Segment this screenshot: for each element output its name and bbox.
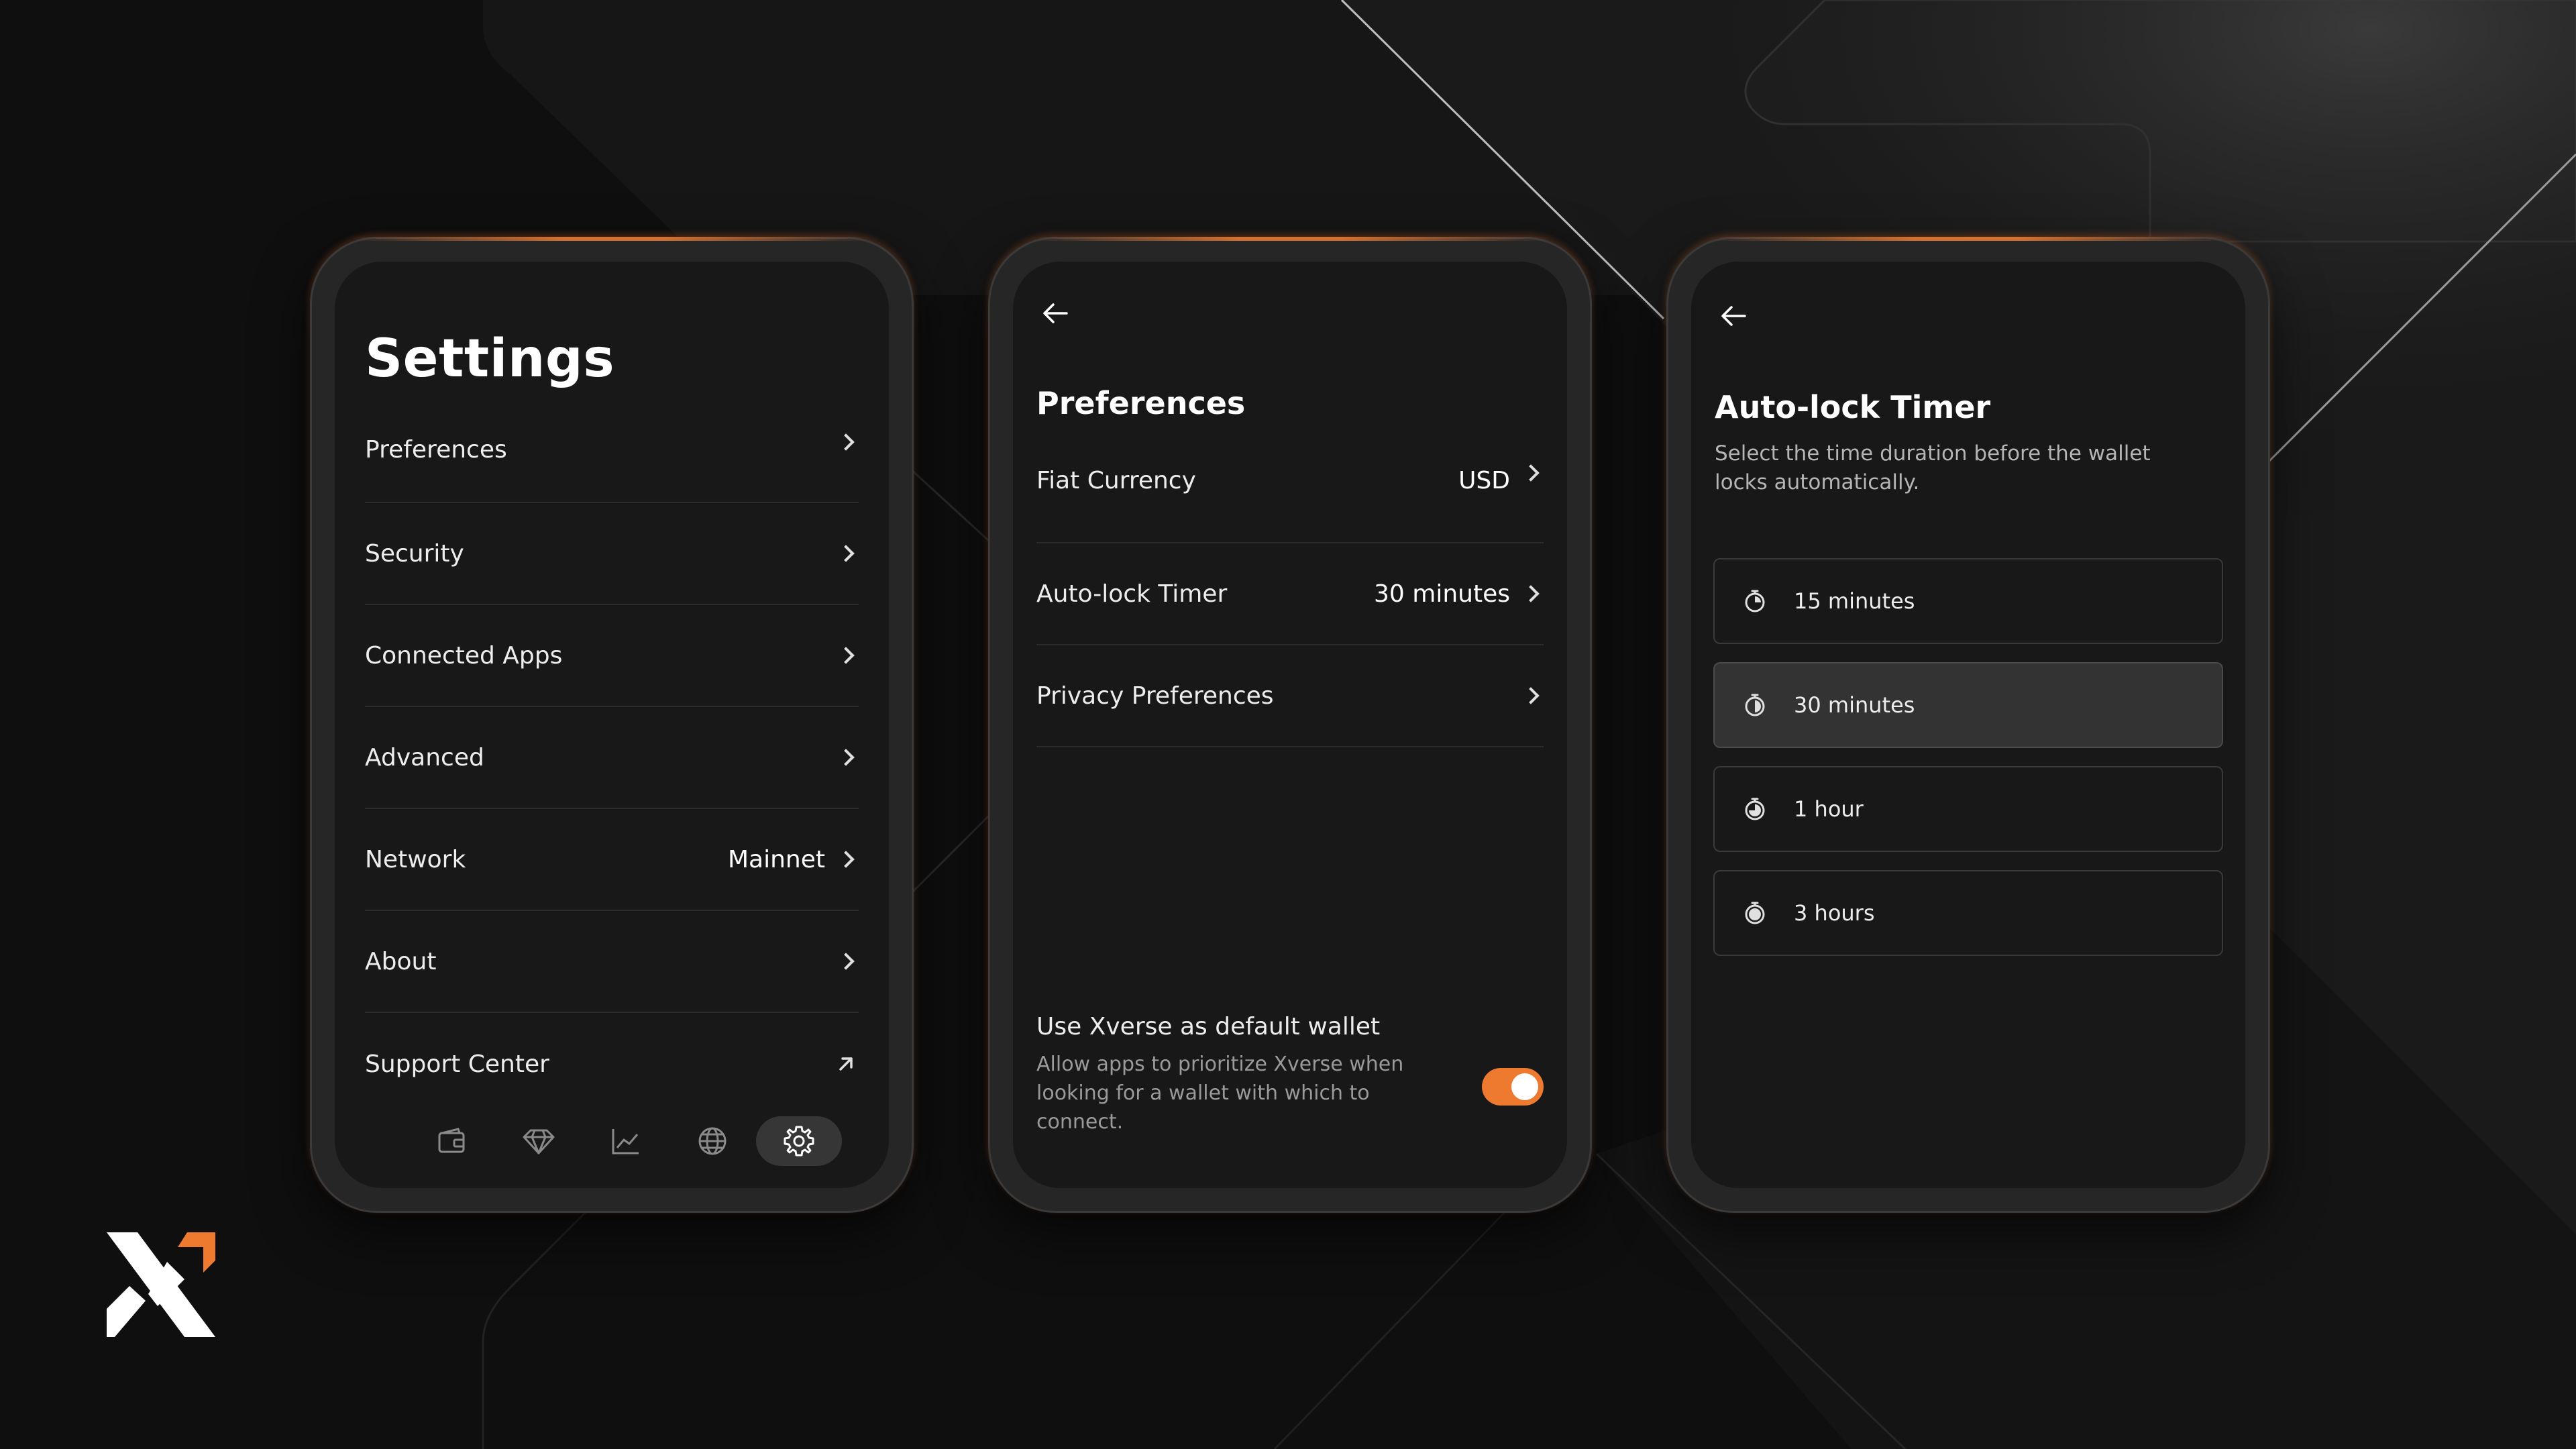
chevron-right-icon [1522,464,1540,482]
nav-settings[interactable] [756,1116,842,1166]
autolock-phone: Auto-lock Timer Select the time duration… [1666,237,2270,1213]
chevron-right-icon [837,647,855,664]
xverse-logo-icon [107,1232,215,1337]
autolock-screen: Auto-lock Timer Select the time duration… [1691,262,2245,1188]
settings-item-network[interactable]: Network Mainnet [365,809,859,911]
settings-screen: Settings Preferences Security Connected … [335,262,889,1188]
chevron-right-icon [837,851,855,868]
timer-three-quarter-icon [1745,798,1765,820]
option-3-hours[interactable]: 3 hours [1713,870,2223,956]
page-title: Preferences [1036,385,1246,421]
chevron-right-icon [837,953,855,970]
pref-item-fiat-currency[interactable]: Fiat Currency USD [1036,456,1544,543]
wallet-icon [438,1128,465,1153]
default-wallet-title: Use Xverse as default wallet [1036,1013,1381,1040]
bottom-nav [409,1114,842,1168]
page-title: Settings [365,329,615,389]
settings-item-label: Network [365,845,466,873]
pref-item-label: Privacy Preferences [1036,682,1274,710]
settings-item-advanced[interactable]: Advanced [365,707,859,809]
settings-item-label: Support Center [365,1050,549,1078]
nav-explore[interactable] [669,1116,755,1166]
chart-icon [612,1129,639,1155]
settings-menu: Preferences Security Connected Apps Adva… [365,433,859,1115]
option-label: 15 minutes [1794,588,1915,614]
default-wallet-description: Allow apps to prioritize Xverse when loo… [1036,1053,1404,1134]
timer-half-icon [1745,694,1765,716]
settings-item-label: About [365,947,437,975]
option-30-minutes[interactable]: 30 minutes [1713,662,2223,748]
chevron-right-icon [1522,585,1540,602]
autolock-description: Select the time duration before the wall… [1715,441,2151,494]
back-arrow-icon[interactable] [1718,301,1749,331]
chevron-right-icon [837,749,855,766]
nav-wallet[interactable] [409,1116,494,1166]
nav-collectibles[interactable] [496,1116,582,1166]
chevron-right-icon [837,433,855,451]
back-arrow-icon[interactable] [1040,298,1071,329]
diamond-icon [523,1129,554,1155]
globe-icon [698,1127,726,1155]
settings-item-label: Advanced [365,743,484,771]
page-title: Auto-lock Timer [1715,389,1991,425]
fiat-currency-value: USD [1458,467,1510,494]
external-link-icon [839,1057,853,1071]
chevron-right-icon [1522,687,1540,704]
timer-quarter-icon [1745,590,1765,612]
pref-item-label: Auto-lock Timer [1036,580,1228,608]
chevron-right-icon [837,545,855,562]
network-value: Mainnet [727,845,825,873]
pref-item-label: Fiat Currency [1036,467,1196,494]
option-15-minutes[interactable]: 15 minutes [1713,558,2223,644]
option-1-hour[interactable]: 1 hour [1713,766,2223,852]
toggle-knob [1511,1073,1538,1100]
settings-item-support-center[interactable]: Support Center [365,1013,859,1115]
option-label: 30 minutes [1794,692,1915,718]
auto-lock-value: 30 minutes [1374,580,1510,608]
autolock-options: 15 minutes 30 minutes 1 hour 3 hours [1713,558,2223,974]
settings-item-label: Preferences [365,436,507,464]
gear-icon [784,1126,814,1157]
pref-item-privacy-preferences[interactable]: Privacy Preferences [1036,645,1544,747]
settings-item-label: Security [365,539,464,568]
nav-stacking[interactable] [582,1116,668,1166]
preferences-screen: Preferences Fiat Currency USD Auto-lock … [1013,262,1567,1188]
preferences-phone: Preferences Fiat Currency USD Auto-lock … [988,237,1592,1213]
option-label: 1 hour [1794,796,1864,822]
timer-full-icon [1745,902,1765,924]
default-wallet-setting: Use Xverse as default wallet Allow apps … [1036,1013,1544,1136]
settings-item-about[interactable]: About [365,911,859,1013]
settings-item-preferences[interactable]: Preferences [365,433,859,503]
settings-item-label: Connected Apps [365,641,563,669]
settings-item-security[interactable]: Security [365,503,859,605]
settings-item-connected-apps[interactable]: Connected Apps [365,605,859,707]
option-label: 3 hours [1794,900,1875,926]
settings-phone: Settings Preferences Security Connected … [310,237,914,1213]
default-wallet-toggle[interactable] [1482,1068,1544,1106]
pref-item-auto-lock-timer[interactable]: Auto-lock Timer 30 minutes [1036,543,1544,645]
preferences-list: Fiat Currency USD Auto-lock Timer 30 min… [1036,456,1544,747]
